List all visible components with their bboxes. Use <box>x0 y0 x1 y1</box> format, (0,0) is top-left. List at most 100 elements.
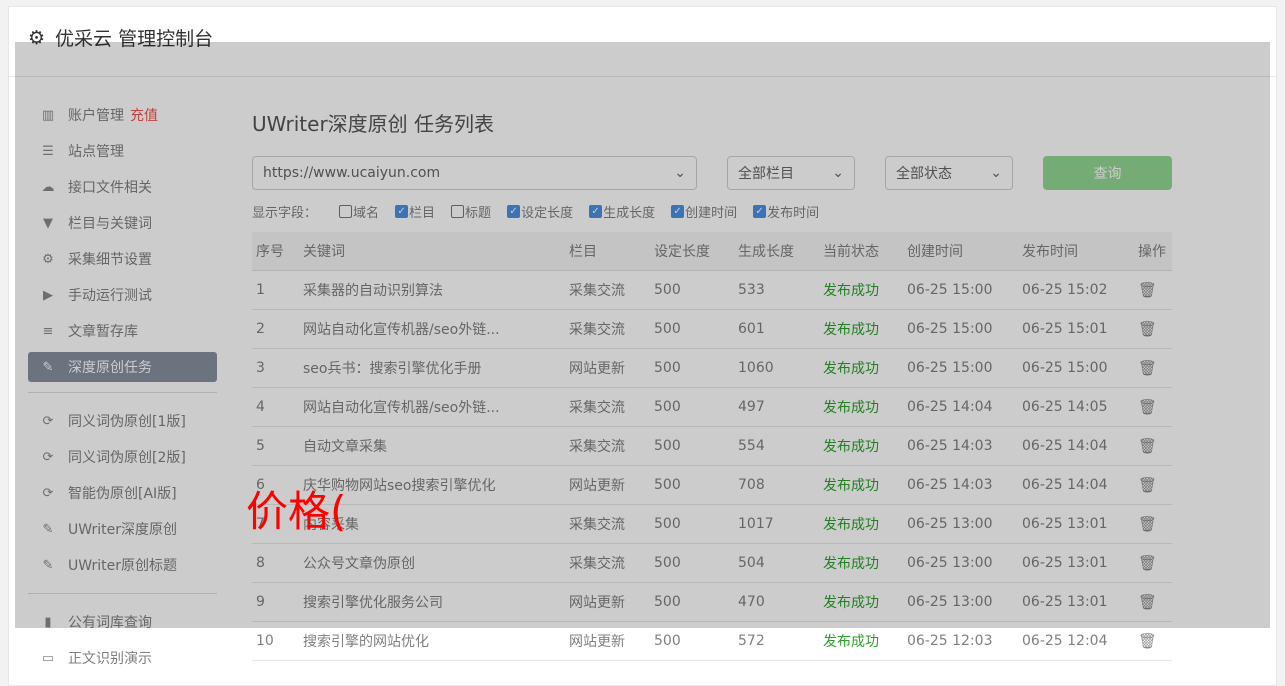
sidebar-item[interactable]: ⟳ 同义词伪原创[1版] <box>28 403 217 439</box>
field-checkbox[interactable]: 域名 <box>339 202 379 221</box>
checkbox-icon[interactable]: ✓ <box>753 205 767 218</box>
trash-icon[interactable]: 🗑 <box>1138 359 1157 377</box>
field-checkbox[interactable]: ✓ 创建时间 <box>671 202 737 221</box>
table-cell: 4 <box>252 387 299 427</box>
sidebar-item[interactable]: ☁ 接口文件相关 <box>28 169 217 205</box>
book-icon: ▮ <box>44 614 52 630</box>
sidebar-item[interactable]: ✎ 深度原创任务 <box>28 352 217 382</box>
field-checkbox[interactable]: ✓ 生成长度 <box>589 202 655 221</box>
sidebar-item-label: 正文识别演示 <box>68 651 152 667</box>
checkbox-icon[interactable]: ✓ <box>671 205 685 218</box>
field-checkbox[interactable]: ✓ 发布时间 <box>753 202 819 221</box>
table-row: 2 网站自动化宣传机器/seo外链... 采集交流 500 601 发布成功 06-25 1… <box>252 309 1172 349</box>
delete-cell: 🗑 <box>1134 504 1172 544</box>
play-icon: ▶ <box>43 287 53 303</box>
sidebar-item[interactable]: ▮ 公有词库查询 <box>28 604 217 640</box>
table-cell: 采集交流 <box>565 504 650 544</box>
table-cell: 06-25 15:00 <box>903 270 1018 310</box>
trash-icon[interactable]: 🗑 <box>1138 632 1157 650</box>
table-cell: 10 <box>252 621 299 661</box>
trash-icon[interactable]: 🗑 <box>1138 437 1157 455</box>
table-cell: 497 <box>734 387 819 427</box>
trash-icon[interactable]: 🗑 <box>1138 476 1157 494</box>
bar-chart-icon: ▥ <box>41 107 55 123</box>
table-cell: 发布成功 <box>819 504 903 544</box>
table-cell: 500 <box>650 426 734 466</box>
table-cell: 500 <box>650 309 734 349</box>
table-cell: 1 <box>252 270 299 310</box>
column-header: 发布时间 <box>1018 232 1134 271</box>
table-cell: 06-25 15:02 <box>1018 270 1134 310</box>
table-cell: 06-25 15:00 <box>1018 348 1134 388</box>
delete-cell: 🗑 <box>1134 543 1172 583</box>
delete-cell: 🗑 <box>1134 465 1172 505</box>
table-cell: 发布成功 <box>819 270 903 310</box>
chevron-down-icon: ⌄ <box>990 165 1002 181</box>
table-cell: 网站更新 <box>565 582 650 622</box>
sidebar-item-label: 手动运行测试 <box>68 288 152 304</box>
table-cell: 500 <box>650 465 734 505</box>
trash-icon[interactable]: 🗑 <box>1138 281 1157 299</box>
recharge-link[interactable]: 充值 <box>130 105 158 125</box>
table-cell: 发布成功 <box>819 309 903 349</box>
field-checkbox[interactable]: ✓ 栏目 <box>395 202 435 221</box>
table-cell: 06-25 13:01 <box>1018 543 1134 583</box>
trash-icon[interactable]: 🗑 <box>1138 398 1157 416</box>
table-cell: 发布成功 <box>819 387 903 427</box>
sidebar-item-label: UWriter原创标题 <box>68 558 177 574</box>
table-cell: 网站更新 <box>565 348 650 388</box>
sidebar-item[interactable]: ✎ UWriter深度原创 <box>28 511 217 547</box>
delete-cell: 🗑 <box>1134 309 1172 349</box>
sidebar-item[interactable]: ⟳ 智能伪原创[AI版] <box>28 475 217 511</box>
table-cell: 500 <box>650 504 734 544</box>
column-header: 栏目 <box>565 232 650 271</box>
table-cell: 3 <box>252 348 299 388</box>
table-cell: 发布成功 <box>819 465 903 505</box>
checkbox-icon[interactable]: ✓ <box>507 205 521 218</box>
table-cell: 06-25 14:04 <box>1018 465 1134 505</box>
table-cell: 06-25 13:01 <box>1018 582 1134 622</box>
sidebar-item[interactable]: ≡ 文章暂存库 <box>28 313 217 349</box>
table-cell: 采集器的自动识别算法 <box>299 270 565 310</box>
sidebar-item-label: 同义词伪原创[2版] <box>68 450 186 466</box>
checkbox-icon[interactable] <box>451 205 465 218</box>
status-select[interactable]: 全部状态 ⌄ <box>885 156 1013 190</box>
table-cell: 9 <box>252 582 299 622</box>
table-cell: 发布成功 <box>819 543 903 583</box>
table-cell: 500 <box>650 582 734 622</box>
sidebar-item-label: 采集细节设置 <box>68 252 152 268</box>
trash-icon[interactable]: 🗑 <box>1138 593 1157 611</box>
table-cell: 1017 <box>734 504 819 544</box>
checkbox-icon[interactable] <box>339 205 353 218</box>
sidebar-item-label: UWriter深度原创 <box>68 522 177 538</box>
sidebar-item[interactable]: ⟳ 同义词伪原创[2版] <box>28 439 217 475</box>
site-select[interactable]: https://www.ucaiyun.com ⌄ <box>252 156 697 190</box>
trash-icon[interactable]: 🗑 <box>1138 554 1157 572</box>
query-button[interactable]: 查询 <box>1043 156 1172 190</box>
filter-icon: ▼ <box>43 215 53 231</box>
table-row: 7 内容采集 采集交流 500 1017 发布成功 06-25 13:00 06-25 13:… <box>252 504 1172 544</box>
sidebar-item[interactable]: ▥ 账户管理 充值 <box>28 97 217 133</box>
sidebar-item[interactable]: ▼ 栏目与关键词 <box>28 205 217 241</box>
trash-icon[interactable]: 🗑 <box>1138 515 1157 533</box>
sidebar-item[interactable]: ⚙ 采集细节设置 <box>28 241 217 277</box>
table-row: 3 seo兵书：搜索引擎优化手册 网站更新 500 1060 发布成功 06-25 15:0… <box>252 348 1172 388</box>
field-checkbox[interactable]: 标题 <box>451 202 491 221</box>
table-cell: 发布成功 <box>819 621 903 661</box>
sidebar-item[interactable]: ✎ UWriter原创标题 <box>28 547 217 583</box>
sidebar-item[interactable]: ▶ 手动运行测试 <box>28 277 217 313</box>
sidebar-item[interactable]: ☰ 站点管理 <box>28 133 217 169</box>
trash-icon[interactable]: 🗑 <box>1138 320 1157 338</box>
database-icon: ≡ <box>42 323 54 339</box>
table-cell: 500 <box>650 621 734 661</box>
field-checkbox[interactable]: ✓ 设定长度 <box>507 202 573 221</box>
table-cell: 采集交流 <box>565 543 650 583</box>
table-row: 1 采集器的自动识别算法 采集交流 500 533 发布成功 06-25 15:00 06-2… <box>252 270 1172 310</box>
table-cell: 500 <box>650 387 734 427</box>
checkbox-icon[interactable]: ✓ <box>589 205 603 218</box>
checkbox-icon[interactable]: ✓ <box>395 205 409 218</box>
table-cell: 1060 <box>734 348 819 388</box>
table-cell: 搜索引擎优化服务公司 <box>299 582 565 622</box>
server-icon: ☰ <box>42 143 54 159</box>
column-select[interactable]: 全部栏目 ⌄ <box>727 156 855 190</box>
